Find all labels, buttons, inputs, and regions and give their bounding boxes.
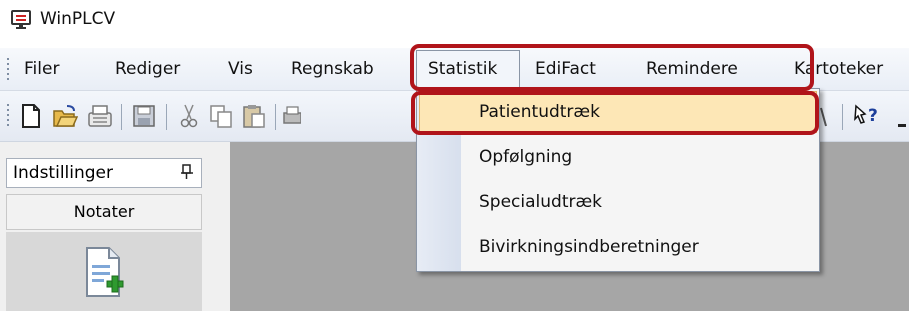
open-folder-icon[interactable] — [52, 102, 78, 130]
pin-icon[interactable] — [181, 164, 193, 180]
menu-item-opfoelgning[interactable]: Opfølgning — [479, 135, 572, 179]
notes-area — [6, 232, 202, 311]
toolbar-separator — [166, 104, 167, 130]
menu-item-bivirkningsindberetninger[interactable]: Bivirkningsindberetninger — [479, 225, 699, 269]
toolbar-separator — [121, 104, 122, 130]
new-note-icon[interactable] — [83, 245, 125, 301]
menu-rediger[interactable]: Rediger — [110, 51, 185, 87]
new-document-icon[interactable] — [18, 102, 44, 130]
settings-panel-header[interactable]: Indstillinger — [6, 158, 202, 188]
menu-item-specialudtraek[interactable]: Specialudtræk — [479, 180, 602, 224]
window-title: WinPLCV — [40, 9, 116, 29]
title-bar: WinPLCV — [0, 0, 909, 40]
menubar-grip[interactable] — [7, 58, 10, 83]
print-icon[interactable] — [283, 102, 301, 130]
menu-statistik[interactable]: Statistik — [416, 50, 520, 88]
menu-item-patientudtraek[interactable]: Patientudtræk — [479, 90, 600, 134]
menu-regnskab[interactable]: Regnskab — [286, 51, 379, 87]
fax-icon[interactable] — [87, 102, 113, 130]
statistik-dropdown-menu: Patientudtræk Opfølgning Specialudtræk B… — [416, 88, 820, 272]
menu-vis[interactable]: Vis — [223, 51, 258, 87]
menu-filer[interactable]: Filer — [19, 51, 64, 87]
menu-remindere[interactable]: Remindere — [641, 51, 743, 87]
save-icon[interactable] — [131, 102, 157, 130]
copy-icon[interactable] — [208, 102, 234, 130]
notes-tab[interactable]: Notater — [6, 194, 202, 230]
toolbar-grip[interactable] — [7, 104, 10, 129]
svg-text:?: ? — [868, 106, 878, 126]
toolbar-separator — [842, 104, 843, 130]
menu-edifact[interactable]: EdiFact — [530, 51, 601, 87]
cut-icon[interactable] — [176, 102, 202, 130]
paste-icon[interactable] — [241, 102, 267, 130]
settings-panel-title: Indstillinger — [13, 163, 114, 183]
left-pane: Indstillinger Notater — [0, 142, 230, 311]
toolbar-separator — [275, 104, 276, 130]
monitor-icon — [11, 10, 31, 29]
menu-statistik-label: Statistik — [428, 59, 498, 79]
menu-kartoteker[interactable]: Kartoteker — [789, 51, 888, 87]
help-pointer-icon[interactable]: ? — [853, 102, 883, 130]
toolbar-overflow-icon[interactable] — [896, 102, 908, 130]
